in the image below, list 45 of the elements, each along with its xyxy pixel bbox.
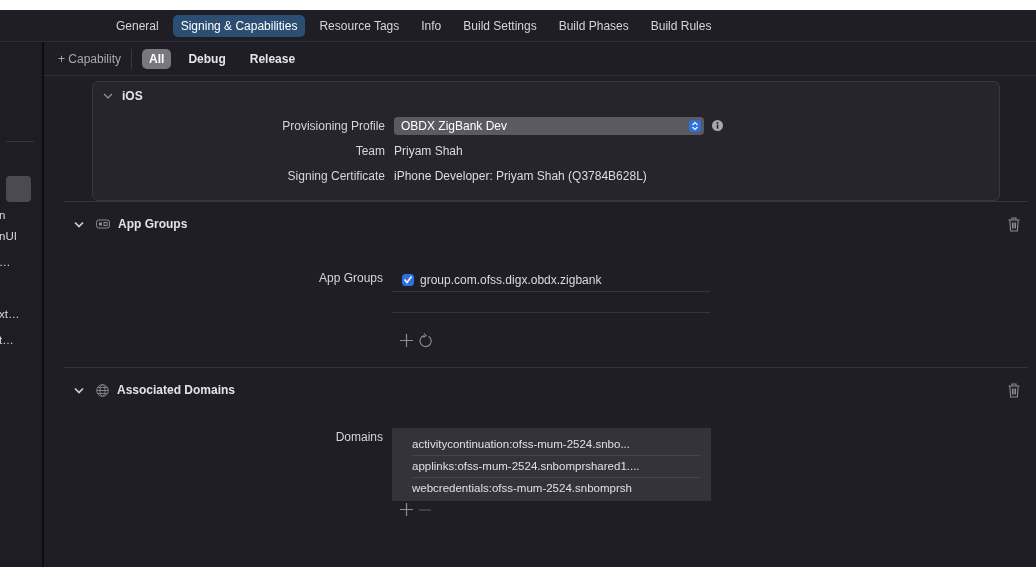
domain-entry[interactable]: applinks:ofss-mum-2524.snbomprshared1.... xyxy=(412,456,701,478)
add-icon[interactable] xyxy=(400,503,413,516)
chevron-icon[interactable] xyxy=(74,386,84,394)
profile-popup[interactable]: OBDX ZigBank Dev xyxy=(394,116,704,135)
sidebar-item[interactable]: n xyxy=(0,207,20,223)
section-title: App Groups xyxy=(118,217,189,231)
container-icon xyxy=(96,219,110,229)
filter-option[interactable]: All xyxy=(142,48,172,69)
field-label: Signing Certificate xyxy=(286,168,385,183)
field-value: iPhone Developer: Priyam Shah (Q3784B628L) xyxy=(394,168,647,183)
app-group-id: group.com.ofss.digx.obdx.zigbank xyxy=(420,272,602,287)
filter-option[interactable]: Debug xyxy=(181,48,233,69)
tab[interactable]: Resource Tags xyxy=(311,14,408,37)
field-label: Provisioning Profile xyxy=(281,118,385,133)
field-label: Domains xyxy=(334,429,383,446)
chevron-icon[interactable] xyxy=(74,220,84,228)
sidebar-item[interactable]: xt… xyxy=(0,301,20,327)
domain-entry[interactable]: webcredentials:ofss-mum-2524.snbomprsh xyxy=(412,478,701,499)
add-icon[interactable] xyxy=(400,334,413,347)
field-label: App Groups xyxy=(317,270,383,287)
stepper-icon xyxy=(689,119,701,132)
trash-icon[interactable] xyxy=(1008,382,1020,398)
platform-title: iOS xyxy=(122,89,143,103)
tab[interactable]: Build Phases xyxy=(550,14,637,37)
globe-icon xyxy=(96,383,109,397)
domain-entry[interactable]: activitycontinuation:ofss-mum-2524.snbo... xyxy=(412,434,701,456)
selected-row-highlight xyxy=(6,176,31,202)
section-title: Associated Domains xyxy=(117,383,237,397)
field-value: Priyam Shah xyxy=(394,143,463,158)
tab[interactable]: Build Settings xyxy=(455,14,545,37)
filter-option[interactable]: Release xyxy=(242,48,303,69)
tab[interactable]: Build Rules xyxy=(642,14,720,37)
add-capability-button[interactable]: + Capability xyxy=(54,48,126,69)
sidebar-item[interactable]: nUI xyxy=(0,223,20,249)
tab[interactable]: Info xyxy=(413,14,450,37)
tab[interactable]: Signing & Capabilities xyxy=(172,14,306,37)
sidebar-item[interactable]: … xyxy=(0,249,20,275)
trash-icon[interactable] xyxy=(1008,216,1020,232)
chevron-icon[interactable] xyxy=(103,93,113,99)
field-label: Team xyxy=(354,143,385,158)
checkbox[interactable] xyxy=(402,273,414,286)
tab[interactable]: General xyxy=(108,14,167,37)
refresh-icon[interactable] xyxy=(419,333,433,348)
info-icon[interactable] xyxy=(712,120,723,131)
sidebar-item[interactable]: t… xyxy=(0,327,20,353)
